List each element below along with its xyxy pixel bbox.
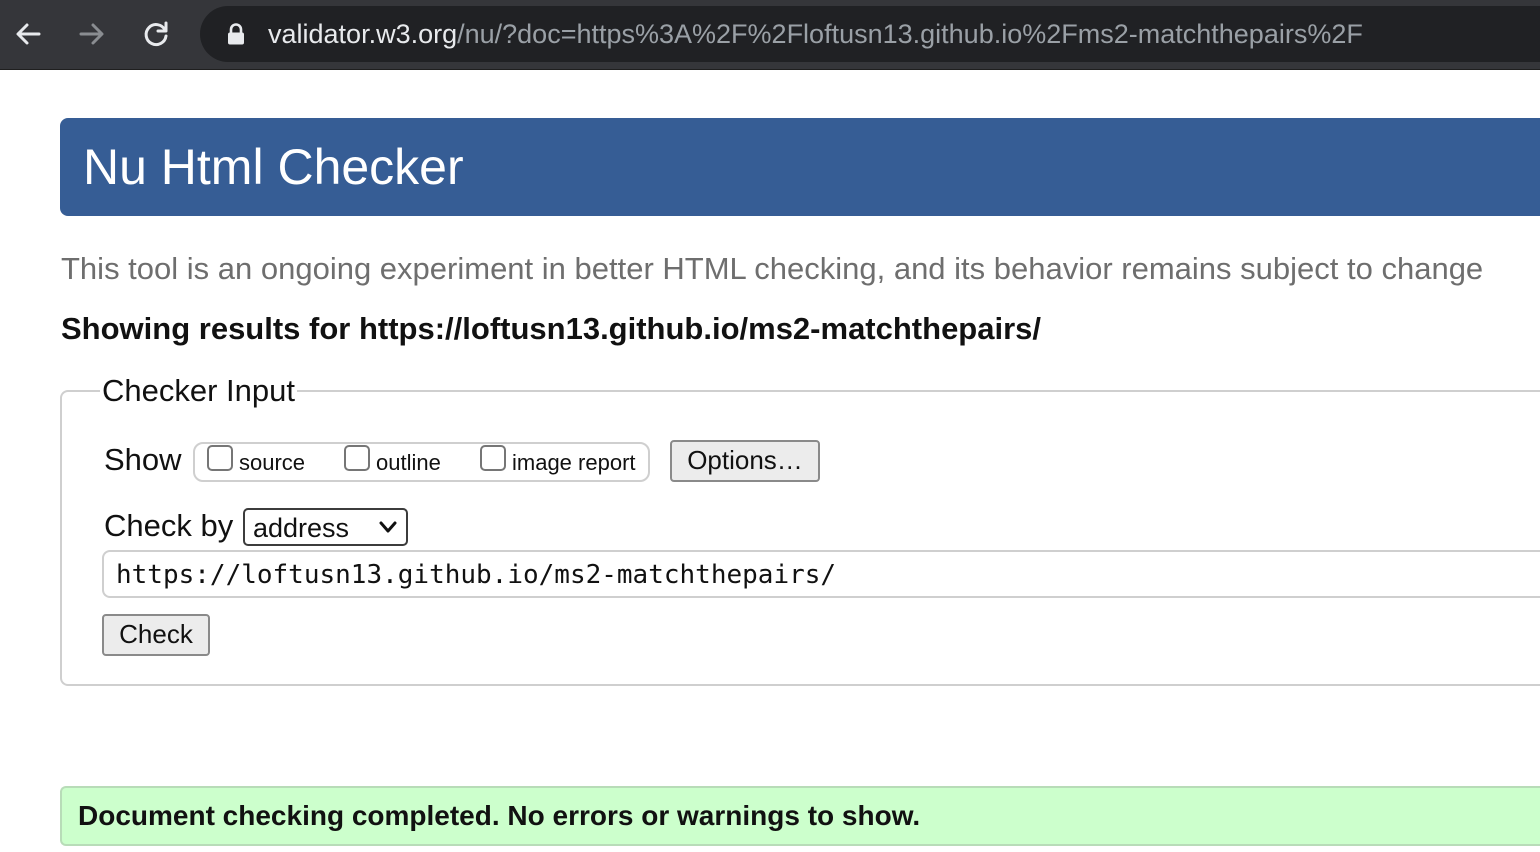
check-by-select[interactable]: address xyxy=(243,508,408,546)
check-button[interactable]: Check xyxy=(102,614,210,656)
options-button[interactable]: Options… xyxy=(670,440,820,482)
show-outline-option[interactable]: outline xyxy=(344,444,454,480)
outline-checkbox-label: outline xyxy=(376,450,441,475)
url-path: /nu/?doc=https%3A%2F%2Floftusn13.github.… xyxy=(457,19,1363,49)
show-options-group: source outline image report xyxy=(193,442,650,482)
success-message-text: Document checking completed. No errors o… xyxy=(78,800,921,831)
document-url-input[interactable]: https://loftusn13.github.io/ms2-matchthe… xyxy=(102,550,1540,598)
page-title: Nu Html Checker xyxy=(83,139,464,195)
forward-arrow-icon xyxy=(79,23,104,45)
source-checkbox-label: source xyxy=(239,450,306,475)
show-source-option[interactable]: source xyxy=(207,444,327,480)
url-host: validator.w3.org xyxy=(268,19,458,49)
back-arrow-icon xyxy=(16,23,41,45)
show-image-report-option[interactable]: image report xyxy=(480,444,645,480)
reload-button[interactable] xyxy=(136,14,176,54)
image-report-checkbox[interactable] xyxy=(480,445,506,471)
source-checkbox[interactable] xyxy=(207,445,233,471)
image-report-checkbox-label: image report xyxy=(512,450,636,475)
browser-toolbar: validator.w3.org/nu/?doc=https%3A%2F%2Fl… xyxy=(0,0,1540,70)
check-by-selected-value: address xyxy=(253,513,350,543)
outline-checkbox[interactable] xyxy=(344,445,370,471)
back-button[interactable] xyxy=(8,14,48,54)
document-url-value: https://loftusn13.github.io/ms2-matchthe… xyxy=(116,560,837,590)
results-heading: Showing results for https://loftusn13.gi… xyxy=(61,311,1042,346)
reload-icon xyxy=(144,21,168,46)
show-label: Show xyxy=(104,442,182,477)
chevron-down-icon xyxy=(379,521,397,533)
check-by-label: Check by xyxy=(104,508,234,543)
forward-button[interactable] xyxy=(72,14,112,54)
page-header: Nu Html Checker xyxy=(60,118,1540,216)
intro-text: This tool is an ongoing experiment in be… xyxy=(61,251,1484,286)
lock-icon xyxy=(228,23,244,45)
address-bar[interactable]: validator.w3.org/nu/?doc=https%3A%2F%2Fl… xyxy=(200,6,1540,62)
checker-input-legend: Checker Input xyxy=(100,373,297,409)
address-bar-url: validator.w3.org/nu/?doc=https%3A%2F%2Fl… xyxy=(268,19,1363,49)
success-message: Document checking completed. No errors o… xyxy=(60,786,1540,846)
